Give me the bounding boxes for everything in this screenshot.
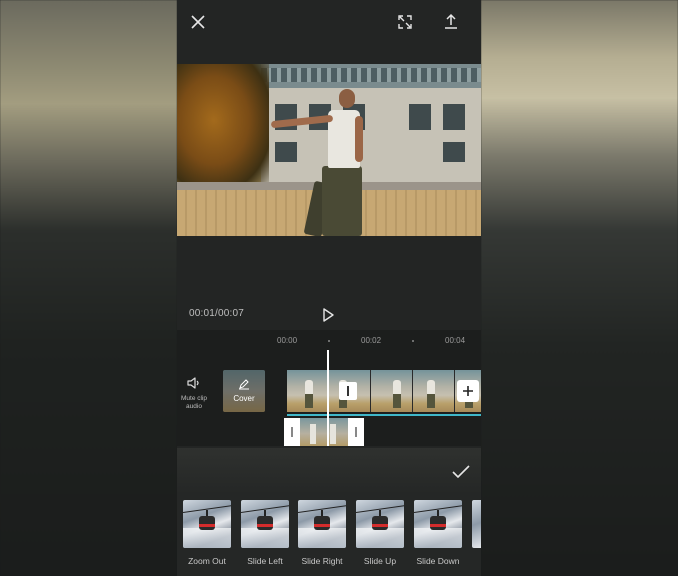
play-button[interactable] xyxy=(320,307,336,323)
mute-clip-audio-label: Mute clip audio xyxy=(180,395,207,410)
animation-item-slide-up[interactable]: Slide Up xyxy=(353,500,407,570)
trim-handle-left[interactable] xyxy=(284,418,300,446)
animation-thumbnail xyxy=(414,500,462,548)
cover-button[interactable]: Cover xyxy=(223,370,265,412)
video-clip[interactable] xyxy=(287,370,481,412)
speaker-icon xyxy=(187,377,199,389)
clip-selection-line xyxy=(287,414,481,416)
preview-dancer xyxy=(270,86,369,236)
animation-label: Slide Up xyxy=(363,556,397,566)
timecode: 00:01/00:07 xyxy=(189,308,245,319)
animation-label: Slide Down xyxy=(416,556,460,566)
top-toolbar xyxy=(177,0,481,44)
check-icon xyxy=(452,465,470,479)
fullscreen-icon xyxy=(398,15,412,29)
playhead[interactable] xyxy=(327,350,329,446)
fullscreen-button[interactable] xyxy=(393,10,417,34)
transition-button[interactable] xyxy=(339,382,357,400)
trim-handle-right[interactable] xyxy=(348,418,364,446)
export-icon xyxy=(445,13,457,29)
animation-item-slide-down[interactable]: Slide Down xyxy=(411,500,465,570)
playback-controls: 00:01/00:07 xyxy=(177,302,481,326)
animation-item-zoom-out[interactable]: Zoom Out xyxy=(180,500,234,570)
cover-label: Cover xyxy=(233,394,255,403)
mute-clip-audio-button[interactable]: Mute clip audio xyxy=(177,374,211,414)
animation-thumbnail xyxy=(298,500,346,548)
animation-label: Zoom Out xyxy=(188,556,226,566)
export-button[interactable] xyxy=(439,9,463,33)
animation-thumbnail xyxy=(356,500,404,548)
blurred-background-left xyxy=(0,0,177,576)
animation-thumbnail xyxy=(183,500,231,548)
preview-tree xyxy=(177,64,269,189)
ruler-label: 00:04 xyxy=(445,336,466,345)
animation-thumbnail xyxy=(241,500,289,548)
animation-item-partial[interactable] xyxy=(472,500,481,548)
time-ruler: 00:00 00:02 00:04 xyxy=(177,330,481,350)
animation-panel: Zoom Out Slide Left Slide Right Slide Up… xyxy=(177,448,481,576)
video-editor: 00:01/00:07 00:00 00:02 00:04 Mute clip … xyxy=(177,0,481,576)
animation-item-slide-left[interactable]: Slide Left xyxy=(238,500,292,570)
close-icon xyxy=(191,15,205,29)
confirm-button[interactable] xyxy=(451,464,471,480)
animation-label: Slide Right xyxy=(301,556,343,566)
timeline[interactable]: 00:00 00:02 00:04 Mute clip audio Cover xyxy=(177,330,481,446)
ruler-label: 00:02 xyxy=(361,336,382,345)
pencil-icon xyxy=(239,379,249,390)
plus-icon xyxy=(463,386,473,396)
ruler-label: 00:00 xyxy=(277,336,298,345)
blurred-background-right xyxy=(481,0,678,576)
play-icon xyxy=(323,308,334,322)
selected-clip-trim[interactable] xyxy=(284,418,364,446)
animation-item-slide-right[interactable]: Slide Right xyxy=(295,500,349,570)
add-clip-button[interactable] xyxy=(457,380,479,402)
animation-list: Zoom Out Slide Left Slide Right Slide Up… xyxy=(177,500,481,576)
close-button[interactable] xyxy=(186,10,210,34)
video-preview[interactable] xyxy=(177,64,481,236)
